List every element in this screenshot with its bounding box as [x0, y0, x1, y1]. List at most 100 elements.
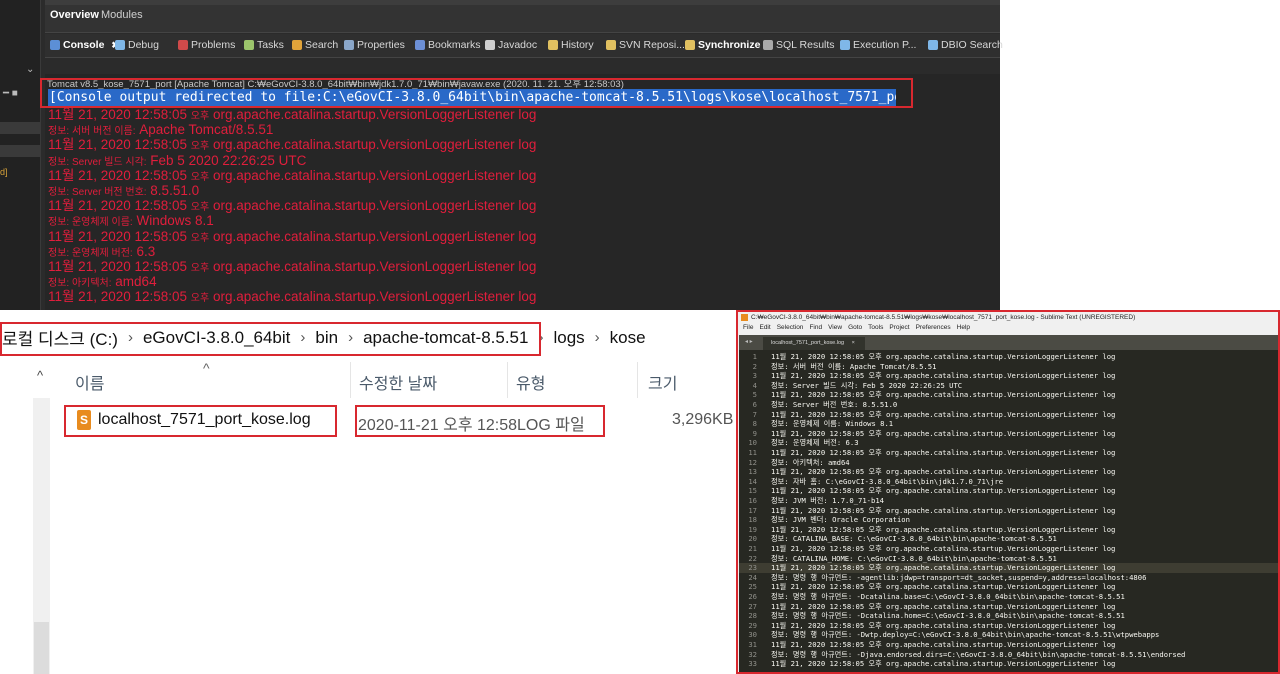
column-divider[interactable] [637, 362, 638, 398]
bookmarks-icon [415, 40, 425, 50]
console-line-pre: 11월 21, 2020 12:58:05 [48, 167, 191, 183]
editor-page-tabs: Overview Modules [45, 0, 1000, 33]
console-line-post: org.apache.catalina.startup.VersionLogge… [209, 137, 537, 153]
chevron-down-icon[interactable]: ⌄ [26, 64, 34, 75]
console-icon [50, 40, 60, 50]
top-scrollbar[interactable] [45, 0, 1000, 5]
column-divider[interactable] [507, 362, 508, 398]
tab-label: Synchronize [698, 39, 761, 51]
column-header-size[interactable]: 크기 [648, 370, 677, 394]
column-header-type[interactable]: 유형 [516, 370, 545, 394]
tab-label: Javadoc [498, 39, 538, 51]
console-line-post: amd64 [111, 274, 157, 290]
tab-label: DBIO Search [941, 39, 1003, 51]
console-line-pre: 11월 21, 2020 12:58:05 [48, 198, 191, 214]
console-line-ko: 오후 [190, 202, 210, 214]
console-line-post: Windows 8.1 [132, 213, 214, 229]
sort-ascending-icon: ^ [203, 360, 210, 376]
tab-modules[interactable]: Modules [101, 9, 143, 21]
tasks-icon [244, 40, 254, 50]
breadcrumb-item[interactable]: kose [610, 328, 646, 348]
column-header-modified[interactable]: 수정한 날짜 [359, 370, 437, 394]
highlight-box-file-meta [355, 405, 605, 437]
console-minimize-icon[interactable]: ━ ■ [3, 88, 18, 99]
tab-svn-reposi[interactable]: SVN Reposi... [606, 39, 685, 51]
console-line-ko: 정보: 운영체제 이름: [48, 217, 133, 229]
highlight-box-redirect [40, 78, 913, 108]
tab-dbio-search[interactable]: DBIO Search [928, 39, 1003, 51]
dbio-search-icon [928, 40, 938, 50]
tab-tasks[interactable]: Tasks [244, 39, 284, 51]
console-line-ko: 오후 [190, 293, 210, 305]
problems-icon [178, 40, 188, 50]
console-line-ko: 정보: 운영체제 버전: [48, 247, 133, 259]
console-line-ko: 정보: Server 버전 번호: [48, 187, 147, 198]
console-line-post: Apache Tomcat/8.5.51 [135, 122, 274, 138]
tab-sql-results[interactable]: SQL Results [763, 39, 835, 51]
console-line-ko: 정보: 아키텍처: [48, 278, 112, 290]
history-icon [548, 40, 558, 50]
console-line-post: org.apache.catalina.startup.VersionLogge… [209, 107, 537, 122]
file-size: 3,296KB [672, 411, 734, 428]
console-line-post: org.apache.catalina.startup.VersionLogge… [209, 259, 537, 274]
tab-history[interactable]: History [548, 39, 594, 51]
tab-properties[interactable]: Properties [344, 39, 405, 51]
breadcrumb-item[interactable]: logs [553, 328, 584, 348]
tab-label: Debug [128, 39, 159, 51]
console-line-ko: 오후 [190, 263, 210, 274]
console-line-post: Feb 5 2020 22:26:25 UTC [146, 152, 307, 168]
tab-label: SQL Results [776, 39, 835, 51]
console-line-pre: 11월 21, 2020 12:58:05 [48, 259, 191, 274]
column-header-name[interactable]: 이름 [75, 370, 104, 394]
tab-overview[interactable]: Overview [50, 9, 99, 21]
tab-debug[interactable]: Debug [115, 39, 159, 51]
debug-icon [115, 40, 125, 50]
breadcrumb-separator-icon[interactable]: › [595, 329, 600, 346]
views-tab-bar: Console✖ Debug Problems Tasks Search Properti… [45, 34, 1003, 58]
tab-label: Bookmarks [428, 39, 481, 51]
column-divider[interactable] [350, 362, 351, 398]
sql-results-icon [763, 40, 773, 50]
console-line-ko: 오후 [190, 111, 210, 122]
console-line: 11월 21, 2020 12:58:05 오후 org.apache.cata… [48, 289, 536, 306]
console-line-post: org.apache.catalina.startup.VersionLogge… [209, 228, 537, 244]
tab-synchronize[interactable]: Synchronize [685, 39, 760, 51]
scrollbar-thumb[interactable] [34, 622, 49, 674]
synchronize-icon [685, 40, 695, 50]
tab-javadoc[interactable]: Javadoc [485, 39, 537, 51]
search-icon [292, 40, 302, 50]
tab-label: SVN Reposi... [619, 39, 685, 51]
console-line-pre: 11월 21, 2020 12:58:05 [48, 107, 191, 122]
console-line-pre: 11월 21, 2020 12:58:05 [48, 228, 191, 244]
properties-icon [344, 40, 354, 50]
execution-plan-icon [840, 40, 850, 50]
left-strip-marker: d] [0, 167, 8, 177]
tab-label: Problems [191, 39, 236, 51]
column-header-row: 이름 수정한 날짜 유형 크기 [0, 362, 735, 398]
tab-console[interactable]: Console✖ [50, 39, 119, 51]
tab-label: Console [63, 39, 105, 51]
console-line-post: 8.5.51.0 [146, 183, 200, 198]
tab-problems[interactable]: Problems [178, 39, 235, 51]
collapse-arrow-icon[interactable]: ^ [37, 368, 43, 383]
console-line-pre: 11월 21, 2020 12:58:05 [48, 137, 191, 153]
tab-label: Execution P... [853, 39, 917, 51]
console-line-ko: 오후 [190, 171, 210, 183]
highlight-box-sublime [736, 310, 1280, 674]
tab-bookmarks[interactable]: Bookmarks [415, 39, 481, 51]
console-line-ko: 오후 [190, 232, 210, 244]
tab-label: Properties [357, 39, 405, 51]
console-line-post: org.apache.catalina.startup.VersionLogge… [209, 289, 537, 305]
console-line-ko: 정보: 서버 버전 이름: [48, 126, 136, 138]
tab-label: Search [305, 39, 339, 51]
javadoc-icon [485, 40, 495, 50]
left-strip-item [0, 145, 40, 157]
highlight-box-filename [64, 405, 337, 437]
tab-execution-p[interactable]: Execution P... [840, 39, 916, 51]
svn-icon [606, 40, 616, 50]
console-line-post: org.apache.catalina.startup.VersionLogge… [209, 198, 537, 214]
highlight-box-breadcrumb [0, 322, 541, 356]
console-line-ko: 정보: Server 빌드 시각: [48, 156, 147, 168]
tab-label: History [561, 39, 594, 51]
tab-search[interactable]: Search [292, 39, 338, 51]
